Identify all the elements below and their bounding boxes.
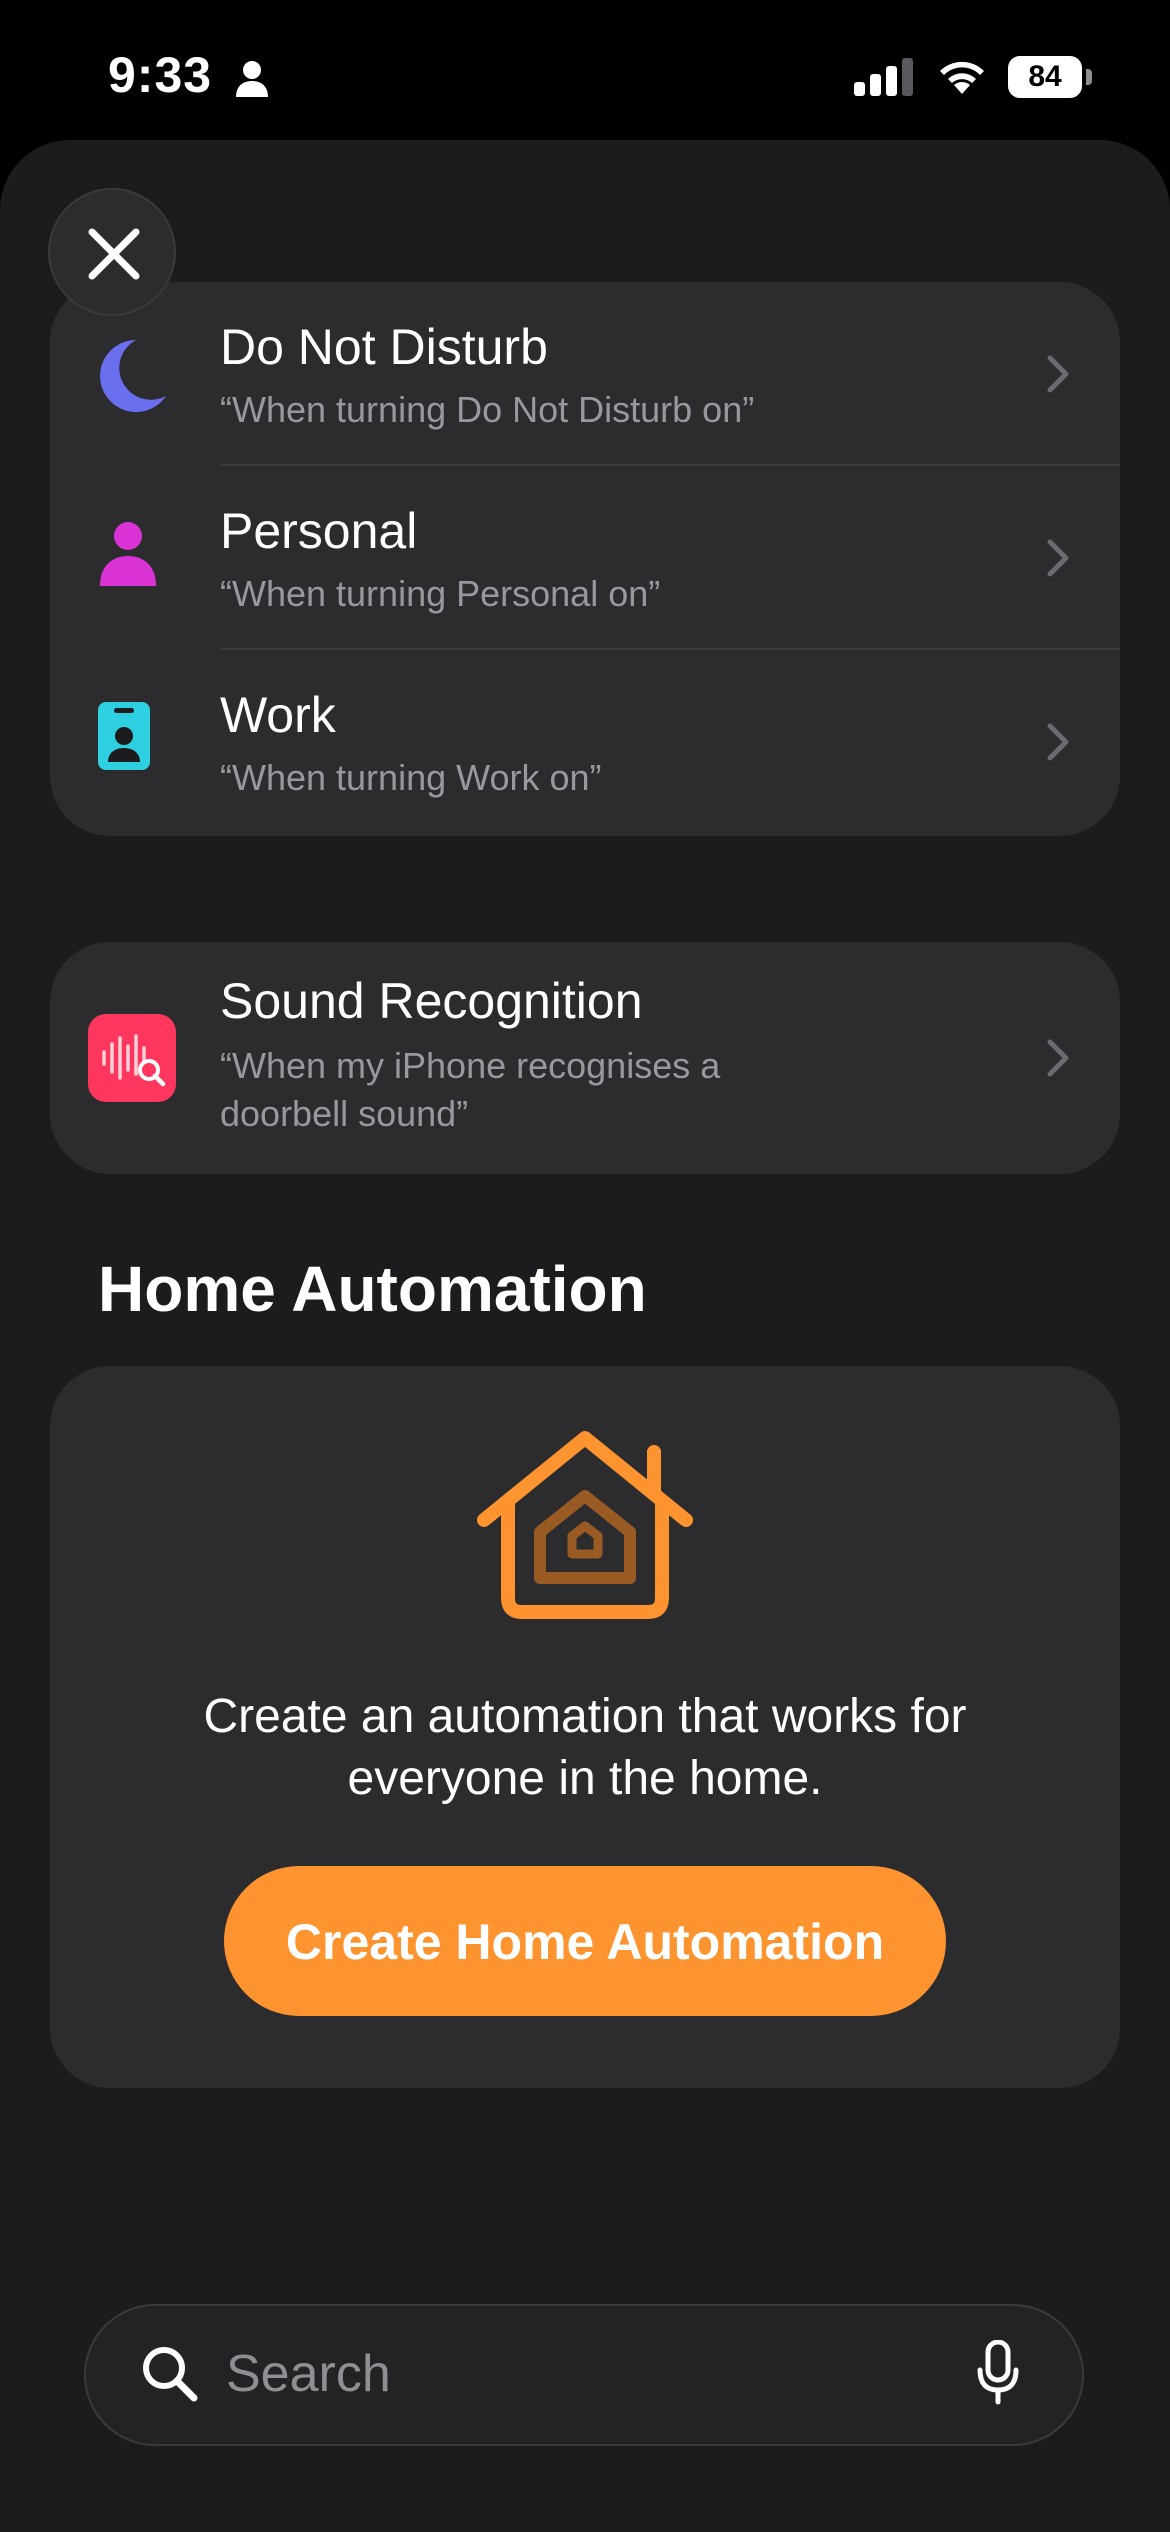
person-icon [100,522,156,586]
id-badge-icon [98,702,150,770]
create-home-automation-button[interactable]: Create Home Automation [224,1866,946,2016]
item-title: Personal [220,503,418,559]
home-automation-card: Create an automation that works for ever… [50,1366,1120,2088]
search-bar[interactable]: Search [84,2304,1084,2446]
sound-recognition-card[interactable]: Sound Recognition “When my iPhone recogn… [50,942,1120,1174]
microphone-icon[interactable] [976,2340,1020,2406]
home-automation-description: Create an automation that works for ever… [130,1686,1040,1810]
list-item-personal[interactable]: Personal “When turning Personal on” [50,466,1120,650]
signal-icon [854,58,913,96]
chevron-right-icon [1047,1039,1069,1077]
item-subtitle: “When turning Do Not Disturb on” [220,389,755,430]
moon-icon [100,340,166,412]
wifi-icon [940,61,984,94]
home-icon [477,1431,693,1619]
item-subtitle: “When turning Personal on” [220,573,661,614]
item-subtitle: “When turning Work on” [220,757,602,798]
item-subtitle-line: doorbell sound” [220,1093,469,1134]
person-status-icon [236,61,268,97]
status-time: 9:33 [108,47,213,103]
battery-tip [1086,69,1092,85]
list-item-work[interactable]: Work “When turning Work on” [50,650,1120,834]
list-item-sound-recognition[interactable]: Sound Recognition “When my iPhone recogn… [50,942,1120,1174]
item-subtitle-line: “When my iPhone recognises a [220,1045,721,1086]
search-icon [143,2347,198,2402]
description-line: everyone in the home. [347,1752,823,1805]
status-bar: 9:33 84 [0,0,1170,140]
section-title-home-automation: Home Automation [98,1253,647,1325]
item-subtitle: “When my iPhone recognises a doorbell so… [220,1042,720,1138]
focus-triggers-card: Do Not Disturb “When turning Do Not Dist… [50,282,1120,836]
chevron-right-icon [1047,539,1069,577]
battery-indicator: 84 [1008,56,1092,98]
chevron-right-icon [1047,723,1069,761]
close-icon [88,228,140,280]
chevron-right-icon [1047,355,1069,393]
item-title: Sound Recognition [220,973,643,1029]
item-title: Do Not Disturb [220,319,548,375]
sound-recognition-icon [88,1014,176,1102]
close-button[interactable] [48,188,176,316]
description-line: Create an automation that works for [203,1690,967,1743]
list-item-do-not-disturb[interactable]: Do Not Disturb “When turning Do Not Dist… [50,282,1120,466]
item-title: Work [220,687,336,743]
search-input[interactable]: Search [226,2344,391,2404]
battery-level: 84 [1008,56,1082,98]
